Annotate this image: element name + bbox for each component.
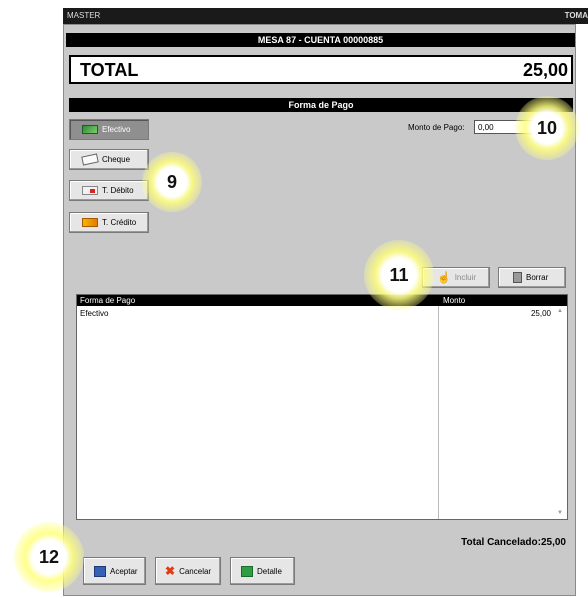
debito-label: T. Débito: [102, 186, 134, 195]
annotation-badge-9: 9: [142, 152, 202, 212]
annotation-badge-12: 12: [14, 522, 84, 592]
cancel-x-icon: ✖: [165, 564, 176, 578]
scroll-up-icon[interactable]: ▲: [557, 308, 563, 314]
cancelar-label: Cancelar: [179, 566, 212, 576]
total-value: 25,00: [522, 60, 568, 80]
row-monto-cell[interactable]: 25,00: [531, 309, 551, 318]
column-header-forma: Forma de Pago: [80, 296, 136, 305]
column-divider: [438, 306, 439, 519]
credito-label: T. Crédito: [102, 218, 137, 227]
aceptar-label: Aceptar: [110, 566, 138, 576]
debito-button[interactable]: T. Débito: [69, 180, 149, 201]
window-title-right: TOMA: [564, 11, 588, 20]
total-cancelado: Total Cancelado:25,00: [461, 537, 566, 548]
efectivo-label: Efectivo: [102, 125, 131, 134]
cancelar-button[interactable]: ✖ Cancelar: [155, 557, 221, 585]
monto-pago-label: Monto de Pago:: [408, 123, 465, 132]
floppy-icon: [94, 565, 106, 577]
efectivo-button[interactable]: Efectivo: [69, 119, 149, 140]
annotation-badge-11: 11: [364, 240, 434, 310]
window-titlebar: MASTER TOMA: [63, 8, 588, 24]
cheque-label: Cheque: [102, 155, 131, 164]
detail-icon: [241, 565, 253, 577]
detalle-button[interactable]: Detalle: [230, 557, 295, 585]
cheque-icon: [81, 153, 99, 166]
credit-card-icon: [82, 218, 98, 227]
borrar-label: Borrar: [526, 273, 549, 282]
cheque-button[interactable]: Cheque: [69, 149, 149, 170]
credito-button[interactable]: T. Crédito: [69, 212, 149, 233]
hand-pointer-icon: ☝: [437, 272, 451, 284]
total-label: TOTAL: [80, 60, 139, 80]
column-header-monto: Monto: [443, 296, 466, 305]
annotation-badge-10: 10: [515, 96, 579, 160]
forma-pago-header: Forma de Pago: [69, 98, 573, 112]
scroll-down-icon[interactable]: ▼: [557, 510, 563, 516]
app-title: MASTER: [67, 11, 101, 20]
payments-grid[interactable]: Forma de Pago Monto Efectivo 25,00 ▲ ▼: [76, 294, 568, 520]
total-display: TOTAL 25,00: [69, 55, 573, 84]
detalle-label: Detalle: [257, 566, 282, 576]
cash-icon: [82, 125, 98, 134]
trash-icon: [513, 272, 522, 283]
row-forma-cell[interactable]: Efectivo: [80, 309, 108, 318]
grid-header: Forma de Pago Monto: [77, 295, 567, 306]
aceptar-button[interactable]: Aceptar: [83, 557, 146, 585]
debit-card-icon: [82, 186, 98, 195]
borrar-button[interactable]: Borrar: [498, 267, 566, 288]
mesa-header: MESA 87 - CUENTA 00000885: [66, 33, 575, 47]
incluir-label: Incluir: [454, 273, 477, 282]
